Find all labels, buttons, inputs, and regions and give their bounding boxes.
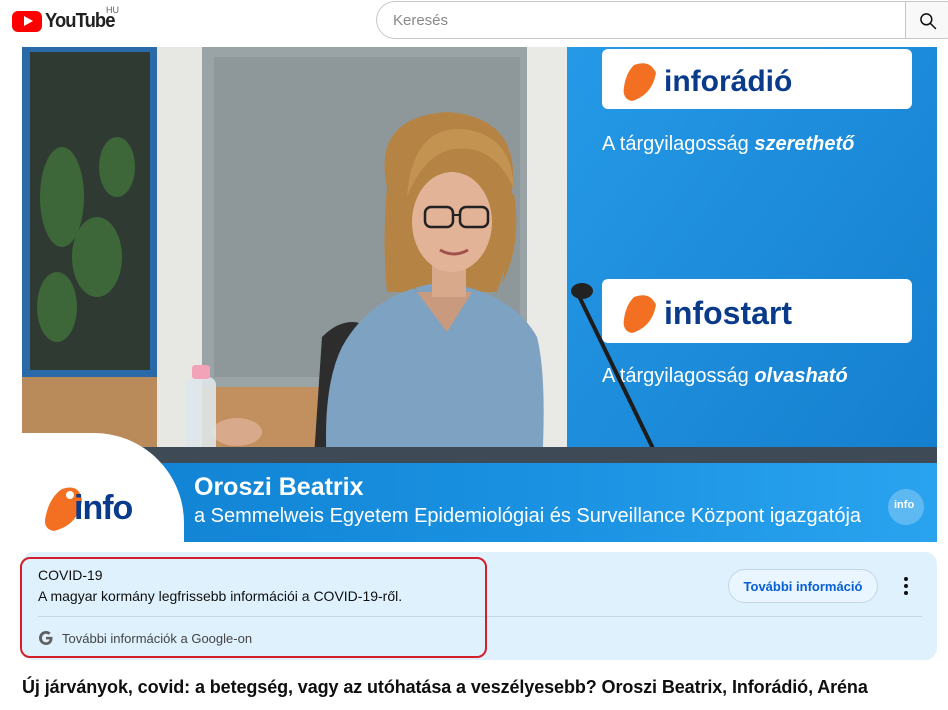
- info-panel-description: A magyar kormány legfrissebb információi…: [38, 588, 403, 604]
- youtube-wordmark: YouTube: [45, 9, 115, 32]
- watermark-text: info: [894, 499, 915, 511]
- youtube-logo[interactable]: YouTube: [12, 9, 121, 33]
- youtube-play-icon: [12, 10, 42, 32]
- video-player[interactable]: inforádió A tárgyilagosság szerethető in…: [22, 47, 937, 542]
- covid-info-panel: COVID-19 A magyar kormány legfrissebb in…: [22, 552, 937, 660]
- search-icon: [920, 13, 937, 30]
- region-code: HU: [106, 5, 119, 15]
- search-button[interactable]: [905, 1, 948, 39]
- banner-brand-inforadio: inforádió: [664, 65, 792, 98]
- info-logo-text: info: [74, 489, 133, 527]
- info-panel-source-link[interactable]: További információk a Google-on: [38, 630, 252, 646]
- google-g-icon: [39, 631, 53, 645]
- search-input[interactable]: [377, 2, 906, 38]
- info-panel-topic: COVID-19: [38, 567, 103, 583]
- banner-brand-infostart: infostart: [664, 295, 792, 331]
- channel-watermark: info: [888, 489, 924, 525]
- search-box: [376, 1, 906, 39]
- lower-third: info Oroszi Beatrix a Semmelweis Egyetem…: [22, 433, 937, 542]
- speaker-role: a Semmelweis Egyetem Epidemiológiai és S…: [194, 505, 862, 527]
- masthead: YouTube HU: [0, 0, 948, 40]
- info-panel-divider: [38, 616, 922, 617]
- more-options-icon[interactable]: [894, 574, 918, 598]
- speaker-name: Oroszi Beatrix: [194, 473, 364, 501]
- banner-tagline-infostart: A tárgyilagosság olvasható: [602, 365, 848, 387]
- info-panel-source-text: További információk a Google-on: [62, 630, 253, 646]
- video-title: Új járványok, covid: a betegség, vagy az…: [22, 677, 868, 697]
- more-info-button[interactable]: További információ: [728, 569, 878, 603]
- banner-tagline-inforadio: A tárgyilagosság szerethető: [602, 133, 855, 155]
